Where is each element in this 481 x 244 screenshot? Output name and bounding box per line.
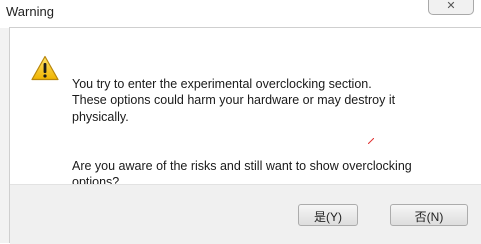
- text-cursor-mark: [368, 138, 374, 144]
- message-paragraph-1: You try to enter the experimental overcl…: [72, 76, 396, 124]
- no-button[interactable]: 否(N): [390, 204, 468, 226]
- title-bar: Warning ✕: [0, 0, 481, 28]
- window-frame-left: [0, 28, 10, 243]
- warning-icon: [31, 55, 59, 81]
- close-button[interactable]: ✕: [428, 0, 474, 15]
- yes-button[interactable]: 是(Y): [298, 204, 358, 226]
- window-title: Warning: [6, 4, 54, 19]
- close-icon: ✕: [446, 0, 456, 12]
